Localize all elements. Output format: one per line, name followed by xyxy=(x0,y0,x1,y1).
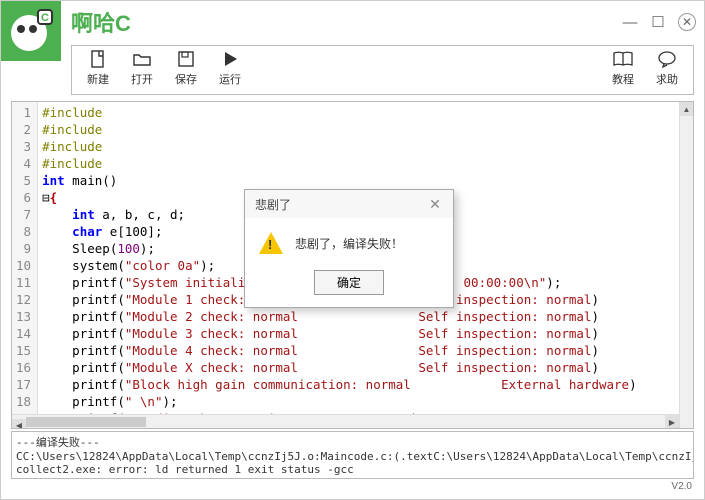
dialog-titlebar[interactable]: 悲剧了 ✕ xyxy=(245,190,453,218)
dialog-message: 悲剧了，编译失败！ xyxy=(295,235,403,252)
warning-icon xyxy=(259,232,283,254)
dialog-close-button[interactable]: ✕ xyxy=(423,196,447,213)
dialog-title: 悲剧了 xyxy=(255,196,291,213)
dialog-backdrop: 悲剧了 ✕ 悲剧了，编译失败！ 确定 xyxy=(0,0,705,500)
error-dialog: 悲剧了 ✕ 悲剧了，编译失败！ 确定 xyxy=(244,189,454,308)
dialog-ok-button[interactable]: 确定 xyxy=(314,270,384,295)
